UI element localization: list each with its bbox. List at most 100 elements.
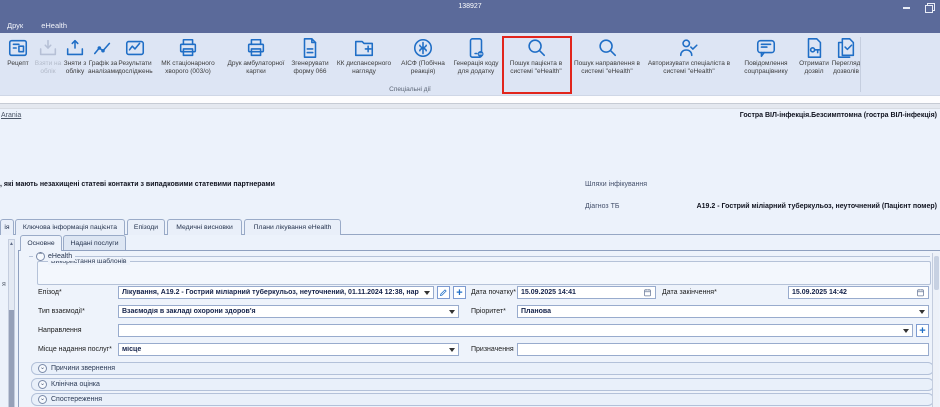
tab-3[interactable]: Медичні висновки — [167, 219, 242, 235]
toolbar-button-research-results[interactable]: Результати досліджень — [118, 36, 152, 75]
right-scrollbar[interactable] — [932, 253, 939, 407]
main-form-panel: ⌃ eHealth Використання шаблонів Епізод* … — [18, 250, 940, 407]
section-label: Спостереження — [51, 396, 102, 403]
menu-bar: Друк eHealth — [0, 17, 940, 33]
medical-circle-icon — [412, 37, 434, 59]
content-area: Arania Гостра ВІЛ-інфекція.Безсимптомна … — [0, 109, 940, 407]
service-place-combobox[interactable]: місце — [118, 343, 459, 356]
restore-icon[interactable] — [925, 3, 934, 12]
document-icon — [299, 37, 321, 59]
end-date-input[interactable]: 15.09.2025 14:42 — [788, 286, 929, 299]
referral-add-button[interactable]: + — [916, 324, 929, 337]
subtab-1[interactable]: Надані послуги — [63, 235, 126, 250]
ehealth-group-label: eHealth — [48, 253, 72, 260]
purpose-input[interactable] — [517, 343, 929, 356]
toolbar-button-label: Отримати дозвіл — [798, 60, 830, 75]
toolbar-button-outpatient-card-print[interactable]: Друк амбулаторної картки — [224, 36, 288, 75]
scroll-up-arrow-icon[interactable]: ▲ — [9, 240, 14, 249]
toolbar-button-form-066[interactable]: Згенерувати форму 066 — [288, 36, 332, 75]
tab-4[interactable]: Плани лікування eHealth — [244, 219, 341, 235]
purpose-label: Призначення — [471, 343, 514, 353]
toolbar-button-inpatient-card[interactable]: МК стаціонарного хворого (003/о) — [152, 36, 224, 75]
subtab-0[interactable]: Основне — [20, 235, 62, 251]
toolbar-button-dispensary-card[interactable]: КК диспансерного нагляду — [332, 36, 396, 75]
toolbar-button-social-message[interactable]: Повідомлення соцпрацівнику — [734, 36, 798, 75]
infection-routes-label: Шляхи інфікування — [585, 181, 647, 188]
tab-1[interactable]: Ключова інформація пацієнта — [15, 219, 125, 235]
interaction-type-combobox[interactable]: Взаємодія в закладі охорони здоров'я — [118, 305, 459, 318]
search-icon — [596, 37, 618, 59]
printer-icon — [245, 37, 267, 59]
toolbar-button-label: Згенерувати форму 066 — [288, 60, 332, 75]
referral-combobox[interactable] — [118, 324, 913, 337]
toolbar-button-label: Перегляд дозволів — [830, 60, 862, 75]
toolbar-button-referral-search[interactable]: Пошук направлення в системі "eHealth" — [570, 36, 644, 75]
chevron-up-circle-icon[interactable]: ⌃ — [36, 252, 45, 261]
message-icon — [755, 37, 777, 59]
section-header-2[interactable]: ⌄ Спостереження — [31, 393, 934, 406]
patient-name-link[interactable]: Arania — [1, 112, 21, 119]
chevron-down-circle-icon[interactable]: ⌄ — [38, 380, 47, 389]
toolbar-ribbon: РецептВзяти на облікЗняти з облікуГрафік… — [0, 33, 940, 96]
toolbar-button-label: Зняти з обліку — [62, 60, 88, 75]
permissions-view-icon — [835, 37, 857, 59]
main-tabstrip: іяКлючова інформація пацієнтаЕпізодиМеди… — [0, 219, 940, 235]
window-title: 138927 — [0, 3, 940, 10]
toolbar-button-view-permissions[interactable]: Перегляд дозволів — [830, 36, 862, 75]
episode-edit-button[interactable] — [437, 286, 450, 299]
toolbar-button-label: АІСФ (Побічна реакція) — [396, 60, 450, 75]
toolbar-button-label: Авторизувати спеціаліста в системі "eHea… — [644, 60, 734, 75]
toolbar-button-register: Взяти на облік — [34, 36, 62, 75]
toolbar-button-label: Повідомлення соцпрацівнику — [734, 60, 798, 75]
menu-print[interactable]: Друк — [0, 17, 32, 33]
chevron-down-icon — [903, 329, 909, 333]
toolbar-button-recipe[interactable]: Рецепт — [2, 36, 34, 68]
toolbar-button-label: Взяти на облік — [34, 60, 62, 75]
chevron-down-circle-icon[interactable]: ⌄ — [38, 395, 47, 404]
toolbar-button-patient-search[interactable]: Пошук пацієнта в системі "eHealth" — [502, 36, 570, 75]
title-bar: 138927 — [0, 0, 940, 17]
episode-add-button[interactable]: + — [453, 286, 466, 299]
toolbar-button-app-code[interactable]: Генерація коду для додатку — [450, 36, 502, 75]
toolbar-button-label: МК стаціонарного хворого (003/о) — [152, 60, 224, 75]
calendar-icon[interactable] — [916, 288, 925, 297]
service-place-label: Місце надання послуг* — [38, 343, 112, 353]
toolbar-button-get-permission[interactable]: Отримати дозвіл — [798, 36, 830, 75]
toolbar-button-authorize-specialist[interactable]: Авторизувати спеціаліста в системі "eHea… — [644, 36, 734, 75]
minimize-icon[interactable] — [902, 3, 911, 12]
start-date-label: Дата початку* — [471, 286, 516, 296]
search-icon — [525, 37, 547, 59]
toolbar-button-label: Пошук направлення в системі "eHealth" — [570, 60, 644, 75]
priority-combobox[interactable]: Планова — [517, 305, 929, 318]
toolbar-separator — [860, 37, 861, 92]
referral-label: Направлення — [38, 324, 82, 334]
start-date-input[interactable]: 15.09.2025 14:41 — [517, 286, 656, 299]
episode-combobox[interactable]: Лікування, А19.2 - Гострий міліарний туб… — [118, 286, 434, 299]
chevron-down-circle-icon[interactable]: ⌄ — [38, 364, 47, 373]
risk-factor-text: , які мають незахищені статеві контакти … — [0, 181, 275, 188]
permission-get-icon — [803, 37, 825, 59]
toolbar-button-unregister[interactable]: Зняти з обліку — [62, 36, 88, 75]
tab-0[interactable]: ія — [0, 219, 14, 235]
toolbar-button-aisf-reaction[interactable]: АІСФ (Побічна реакція) — [396, 36, 450, 75]
toolbar-button-label: Пошук пацієнта в системі "eHealth" — [502, 60, 570, 75]
tab-2[interactable]: Епізоди — [127, 219, 165, 235]
toolbar-button-analysis-chart[interactable]: Графік за аналізами — [88, 36, 118, 75]
calendar-icon[interactable] — [643, 288, 652, 297]
left-scrollbar[interactable]: ▲ — [8, 239, 15, 407]
toolbar-group-caption: Спеціальні дії — [373, 86, 447, 93]
left-scrollbar-thumb[interactable] — [9, 310, 14, 407]
device-code-icon — [465, 37, 487, 59]
section-header-0[interactable]: ⌄Причини звернення — [31, 362, 934, 375]
toolbar-button-label: Результати досліджень — [118, 60, 152, 75]
menu-ehealth[interactable]: eHealth — [32, 17, 76, 33]
prescription-icon — [7, 37, 29, 59]
right-scrollbar-thumb[interactable] — [934, 256, 939, 290]
chart-line-icon — [92, 37, 114, 59]
printer-icon — [177, 37, 199, 59]
edit-pencil-icon — [439, 288, 448, 297]
user-authorize-icon — [678, 37, 700, 59]
section-label: Клінічна оцінка — [51, 381, 100, 388]
section-header-1[interactable]: ⌄ Клінічна оцінка — [31, 378, 934, 391]
toolbar-bottom-strip — [0, 96, 940, 103]
